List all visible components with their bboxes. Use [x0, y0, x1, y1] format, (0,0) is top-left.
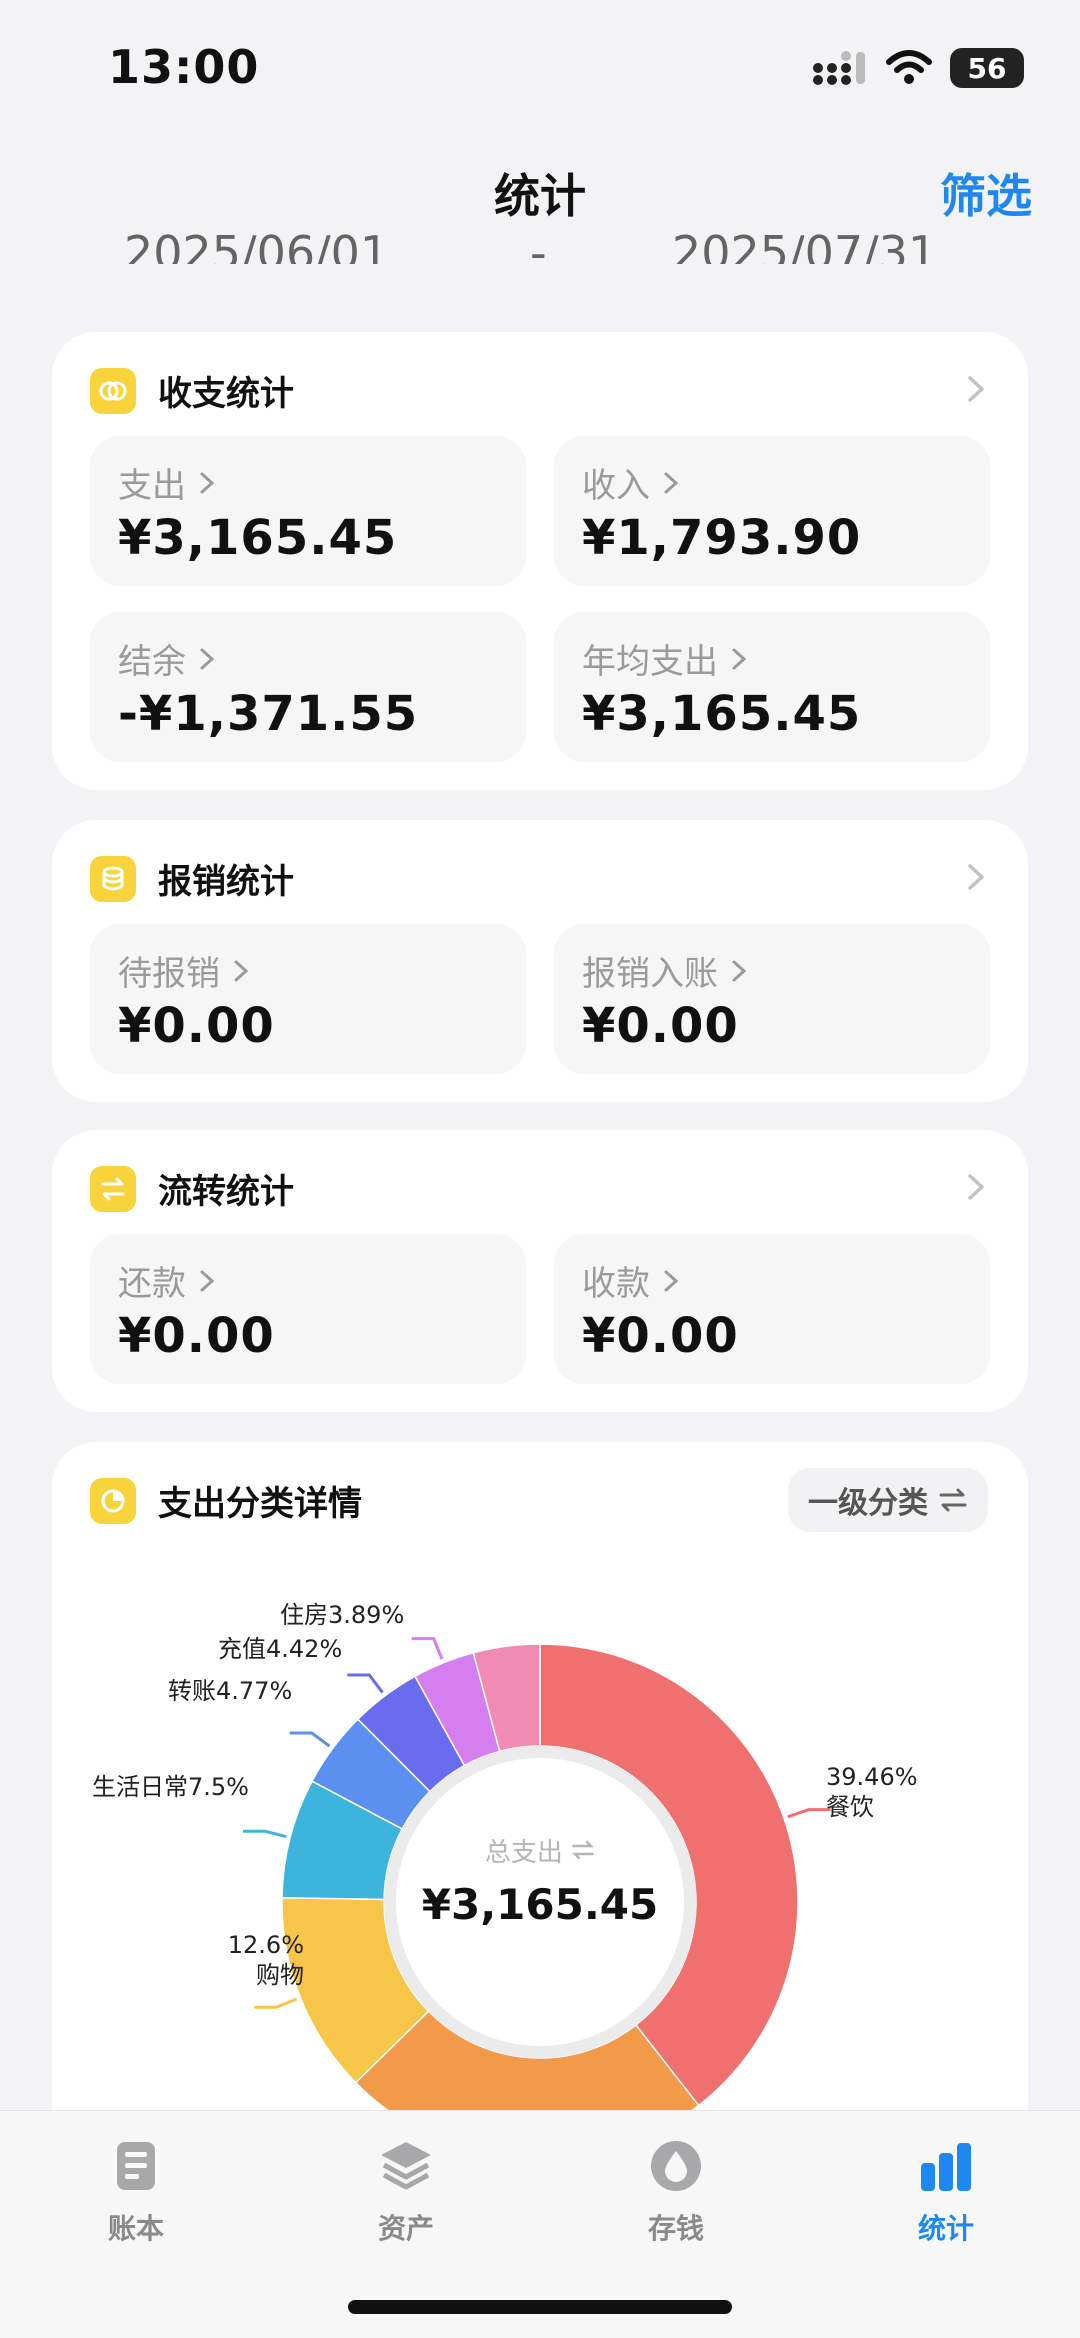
wifi-icon — [886, 50, 932, 84]
slice-percent: 4.77% — [216, 1677, 293, 1705]
signal-icon — [813, 51, 865, 85]
tile-label: 结余 — [118, 642, 186, 682]
chevron-right-icon — [200, 1270, 215, 1291]
card-title: 收支统计 — [158, 374, 294, 414]
tile-label: 支出 — [118, 466, 186, 506]
tab-assets[interactable]: 资产 — [336, 2139, 476, 2247]
tab-statistics[interactable]: 统计 — [876, 2139, 1016, 2247]
slice-name: 购物 — [256, 1961, 304, 1989]
legend-label-recharge: 充值4.42% — [218, 1634, 342, 1664]
tile-value: ¥0.00 — [118, 1308, 275, 1364]
slice-percent: 4.42% — [266, 1635, 343, 1663]
slice-name: 住房 — [280, 1601, 328, 1629]
leader-line-0 — [787, 1808, 831, 1819]
tile-value: ¥0.00 — [582, 1308, 739, 1364]
leader-line-5 — [347, 1673, 384, 1694]
date-separator: - — [530, 226, 547, 264]
tile-label: 收入 — [582, 466, 650, 506]
leader-line-2 — [254, 1997, 298, 2009]
tab-label: 账本 — [107, 2212, 164, 2245]
chevron-right-icon — [732, 960, 747, 981]
tile-label: 待报销 — [118, 954, 220, 994]
chevron-right-icon[interactable] — [958, 372, 992, 406]
card-title: 报销统计 — [158, 862, 294, 902]
tile-value: ¥1,793.90 — [582, 510, 862, 566]
bar-chart-icon — [921, 2143, 971, 2191]
home-indicator — [348, 2300, 732, 2314]
annual-avg-expense-tile[interactable]: 年均支出 ¥3,165.45 — [554, 612, 990, 762]
chevron-right-icon — [200, 648, 215, 669]
slice-name: 转账 — [168, 1677, 216, 1705]
status-icons: 56 — [812, 48, 1024, 88]
reimburse-received-tile[interactable]: 报销入账 ¥0.00 — [554, 924, 990, 1074]
date-start: 2025/06/01 — [124, 226, 390, 264]
tab-savings[interactable]: 存钱 — [606, 2139, 746, 2247]
balance-tile[interactable]: 结余 -¥1,371.55 — [90, 612, 526, 762]
slice-percent: 7.5% — [188, 1773, 249, 1801]
drop-icon — [651, 2141, 701, 2191]
ledger-icon — [117, 2142, 155, 2190]
tile-label: 还款 — [118, 1264, 186, 1304]
transfer-card: 流转统计 还款 ¥0.00 收款 ¥0.00 — [52, 1130, 1028, 1412]
chevron-right-icon — [664, 472, 679, 493]
legend-label-shopping: 12.6% 购物 — [174, 1930, 304, 1990]
layers-icon — [381, 2142, 431, 2190]
chevron-right-icon — [664, 1270, 679, 1291]
chevron-right-icon — [234, 960, 249, 981]
chevron-right-icon[interactable] — [958, 860, 992, 894]
tile-value: -¥1,371.55 — [118, 686, 419, 742]
slice-percent: 12.6% — [227, 1931, 304, 1959]
tile-value: ¥3,165.45 — [118, 510, 398, 566]
slice-name: 餐饮 — [826, 1793, 874, 1821]
expense-tile[interactable]: 支出 ¥3,165.45 — [90, 436, 526, 586]
reimburse-card: 报销统计 待报销 ¥0.00 报销入账 ¥0.00 — [52, 820, 1028, 1102]
slice-name: 生活日常 — [92, 1773, 188, 1801]
tab-label: 统计 — [917, 2212, 974, 2245]
tile-label: 报销入账 — [582, 954, 718, 994]
tab-ledger[interactable]: 账本 — [66, 2139, 206, 2247]
leader-line-4 — [289, 1731, 331, 1748]
date-end: 2025/07/31 — [672, 226, 938, 264]
page-title: 统计 — [494, 169, 586, 223]
category-card: 支出分类详情 一级分类 39.46% 餐饮 12.6% 购物 生活日常7.5% … — [52, 1442, 1028, 2162]
tile-value: ¥3,165.45 — [582, 686, 862, 742]
center-label: 总支出 — [484, 1838, 563, 1868]
leader-line-6 — [411, 1637, 444, 1660]
chevron-right-icon[interactable] — [958, 1170, 992, 1204]
battery-indicator: 56 — [950, 48, 1024, 88]
tile-label: 收款 — [582, 1264, 650, 1304]
date-range[interactable]: 2025/06/01 - 2025/07/31 — [0, 222, 1080, 264]
legend-label-housing: 住房3.89% — [280, 1600, 404, 1630]
tile-value: ¥0.00 — [582, 998, 739, 1054]
slice-percent: 39.46% — [826, 1763, 918, 1791]
total-expense-label[interactable]: 总支出 — [52, 1832, 1028, 1869]
legend-label-catering: 39.46% 餐饮 — [826, 1762, 918, 1822]
transfer-icon — [90, 1165, 136, 1212]
tab-label: 存钱 — [647, 2212, 704, 2245]
card-header[interactable]: 流转统计 — [90, 1164, 294, 1213]
chevron-right-icon — [200, 472, 215, 493]
legend-label-transfer: 转账4.77% — [168, 1676, 292, 1706]
legend-label-daily: 生活日常7.5% — [92, 1772, 249, 1802]
swap-icon — [572, 1840, 595, 1860]
income-expense-icon — [90, 367, 136, 414]
card-header[interactable]: 报销统计 — [90, 854, 294, 903]
repayment-tile[interactable]: 还款 ¥0.00 — [90, 1234, 526, 1384]
income-tile[interactable]: 收入 ¥1,793.90 — [554, 436, 990, 586]
tile-value: ¥0.00 — [118, 998, 275, 1054]
collection-tile[interactable]: 收款 ¥0.00 — [554, 1234, 990, 1384]
pending-reimburse-tile[interactable]: 待报销 ¥0.00 — [90, 924, 526, 1074]
tab-label: 资产 — [377, 2212, 434, 2245]
card-header[interactable]: 收支统计 — [90, 366, 294, 415]
slice-name: 充值 — [218, 1635, 266, 1663]
database-icon — [90, 855, 136, 902]
status-time: 13:00 — [108, 40, 260, 94]
filter-button[interactable]: 筛选 — [940, 160, 1032, 226]
card-title: 流转统计 — [158, 1172, 294, 1212]
chevron-right-icon — [732, 648, 747, 669]
slice-percent: 3.89% — [328, 1601, 405, 1629]
tile-label: 年均支出 — [582, 642, 718, 682]
total-expense-value: ¥3,165.45 — [421, 1880, 659, 1929]
income-expense-card: 收支统计 支出 ¥3,165.45 收入 ¥1,793.90 结余 -¥1,37… — [52, 332, 1028, 790]
